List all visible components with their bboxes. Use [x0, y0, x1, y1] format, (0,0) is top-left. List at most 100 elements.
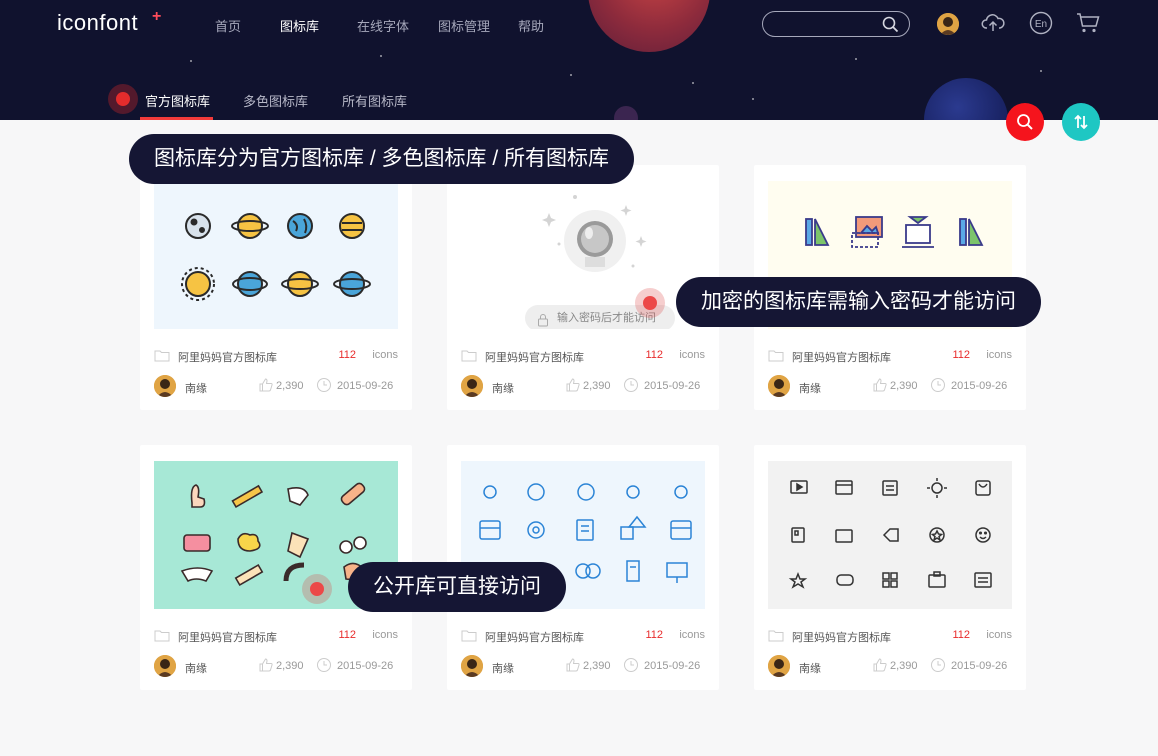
author-avatar[interactable]	[154, 375, 176, 397]
star-decoration	[752, 98, 754, 100]
library-name[interactable]: 阿里妈妈官方图标库	[178, 629, 277, 645]
nav-help[interactable]: 帮助	[518, 16, 544, 35]
like-icon[interactable]	[872, 657, 888, 676]
card-meta: 南缘 2,390 2015-09-26	[768, 375, 1012, 397]
card-meta: 南缘 2,390 2015-09-26	[768, 655, 1012, 677]
search-input[interactable]	[775, 13, 885, 35]
author-avatar[interactable]	[461, 655, 483, 677]
like-icon[interactable]	[565, 657, 581, 676]
icon-count: 112	[645, 629, 663, 641]
like-count: 2,390	[276, 380, 304, 392]
library-name[interactable]: 阿里妈妈官方图标库	[485, 629, 584, 645]
icon-count-unit: icons	[372, 629, 398, 641]
card-title-row: 阿里妈妈官方图标库 112 icons	[154, 349, 398, 365]
planet-icons-preview	[181, 213, 371, 301]
nav-icon-library[interactable]: 图标库	[280, 16, 319, 35]
clock-icon	[316, 377, 332, 396]
star-decoration	[692, 82, 694, 84]
search-icon	[1017, 114, 1033, 130]
upload-icon[interactable]	[981, 11, 1005, 40]
library-name[interactable]: 阿里妈妈官方图标库	[792, 629, 891, 645]
library-name[interactable]: 阿里妈妈官方图标库	[178, 349, 277, 365]
library-name[interactable]: 阿里妈妈官方图标库	[792, 349, 891, 365]
star-decoration	[855, 58, 857, 60]
card-title-row: 阿里妈妈官方图标库 112 icons	[768, 629, 1012, 645]
created-date: 2015-09-26	[337, 660, 394, 672]
author-avatar[interactable]	[768, 655, 790, 677]
icon-count: 112	[952, 629, 970, 641]
library-preview[interactable]	[768, 461, 1012, 609]
iconfont-page: iconfont + 首页 图标库 在线字体 图标管理 帮助 En 官方图标库 …	[0, 0, 1158, 756]
library-name[interactable]: 阿里妈妈官方图标库	[485, 349, 584, 365]
author-avatar[interactable]	[461, 375, 483, 397]
like-icon[interactable]	[258, 377, 274, 396]
sort-icon	[1074, 114, 1088, 130]
tab-all-libraries[interactable]: 所有图标库	[342, 91, 407, 110]
card-title-row: 阿里妈妈官方图标库 112 icons	[461, 629, 705, 645]
nav-online-fonts[interactable]: 在线字体	[357, 16, 409, 35]
dark-line-icons-preview	[788, 478, 992, 589]
like-count: 2,390	[890, 380, 918, 392]
folder-icon	[154, 349, 170, 365]
library-preview[interactable]	[154, 181, 398, 329]
nav-home[interactable]: 首页	[215, 16, 241, 35]
folder-icon	[461, 349, 477, 365]
star-decoration	[570, 74, 572, 76]
card-title-row: 阿里妈妈官方图标库 112 icons	[461, 349, 705, 365]
tab-multicolor-library[interactable]: 多色图标库	[243, 91, 308, 110]
like-count: 2,390	[583, 380, 611, 392]
like-icon[interactable]	[872, 377, 888, 396]
clock-icon	[930, 657, 946, 676]
library-card[interactable]: 输入密码后才能访问 阿里妈妈官方图标库 112 icons 南缘 2,390 2…	[447, 165, 719, 410]
created-date: 2015-09-26	[644, 380, 701, 392]
user-avatar[interactable]	[937, 13, 959, 35]
icon-count-unit: icons	[986, 349, 1012, 361]
library-preview[interactable]: 输入密码后才能访问	[461, 181, 705, 329]
author-name[interactable]: 南缘	[185, 380, 207, 396]
created-date: 2015-09-26	[644, 660, 701, 672]
tooltip-library-types: 图标库分为官方图标库 / 多色图标库 / 所有图标库	[129, 134, 635, 184]
created-date: 2015-09-26	[951, 660, 1008, 672]
language-en-icon[interactable]: En	[1029, 11, 1053, 40]
cart-icon[interactable]	[1076, 11, 1101, 40]
star-decoration	[190, 60, 192, 62]
logo-plus-mark: +	[152, 8, 162, 25]
library-card[interactable]: 阿里妈妈官方图标库 112 icons 南缘 2,390 2015-09-26	[754, 445, 1026, 690]
hotspot-marker[interactable]	[635, 288, 665, 318]
clock-icon	[623, 377, 639, 396]
decorative-planet	[588, 0, 710, 52]
header: iconfont + 首页 图标库 在线字体 图标管理 帮助 En 官方图标库 …	[0, 0, 1158, 120]
card-meta: 南缘 2,390 2015-09-26	[154, 655, 398, 677]
floating-search-button[interactable]	[1006, 103, 1044, 141]
hotspot-marker[interactable]	[302, 574, 332, 604]
nav-icon-manage[interactable]: 图标管理	[438, 16, 490, 35]
author-name[interactable]: 南缘	[185, 660, 207, 676]
icon-count: 112	[952, 349, 970, 361]
like-icon[interactable]	[565, 377, 581, 396]
author-avatar[interactable]	[154, 655, 176, 677]
clock-icon	[930, 377, 946, 396]
author-name[interactable]: 南缘	[799, 660, 821, 676]
clock-icon	[623, 657, 639, 676]
icon-count: 112	[645, 349, 663, 361]
like-count: 2,390	[276, 660, 304, 672]
like-icon[interactable]	[258, 657, 274, 676]
tab-official-library[interactable]: 官方图标库	[145, 91, 210, 110]
like-count: 2,390	[583, 660, 611, 672]
author-name[interactable]: 南缘	[799, 380, 821, 396]
star-decoration	[1040, 70, 1042, 72]
tooltip-public-library: 公开库可直接访问	[348, 562, 566, 612]
star-decoration	[380, 55, 382, 57]
created-date: 2015-09-26	[337, 380, 394, 392]
folder-icon	[461, 629, 477, 645]
search-icon[interactable]	[882, 16, 899, 38]
library-card[interactable]: 阿里妈妈官方图标库 112 icons 南缘 2,390 2015-09-26	[140, 165, 412, 410]
author-name[interactable]: 南缘	[492, 380, 514, 396]
floating-sort-button[interactable]	[1062, 103, 1100, 141]
logo[interactable]: iconfont	[57, 10, 138, 36]
folder-icon	[768, 349, 784, 365]
icon-count: 112	[338, 629, 356, 641]
decorative-planet	[924, 78, 1008, 120]
author-avatar[interactable]	[768, 375, 790, 397]
author-name[interactable]: 南缘	[492, 660, 514, 676]
